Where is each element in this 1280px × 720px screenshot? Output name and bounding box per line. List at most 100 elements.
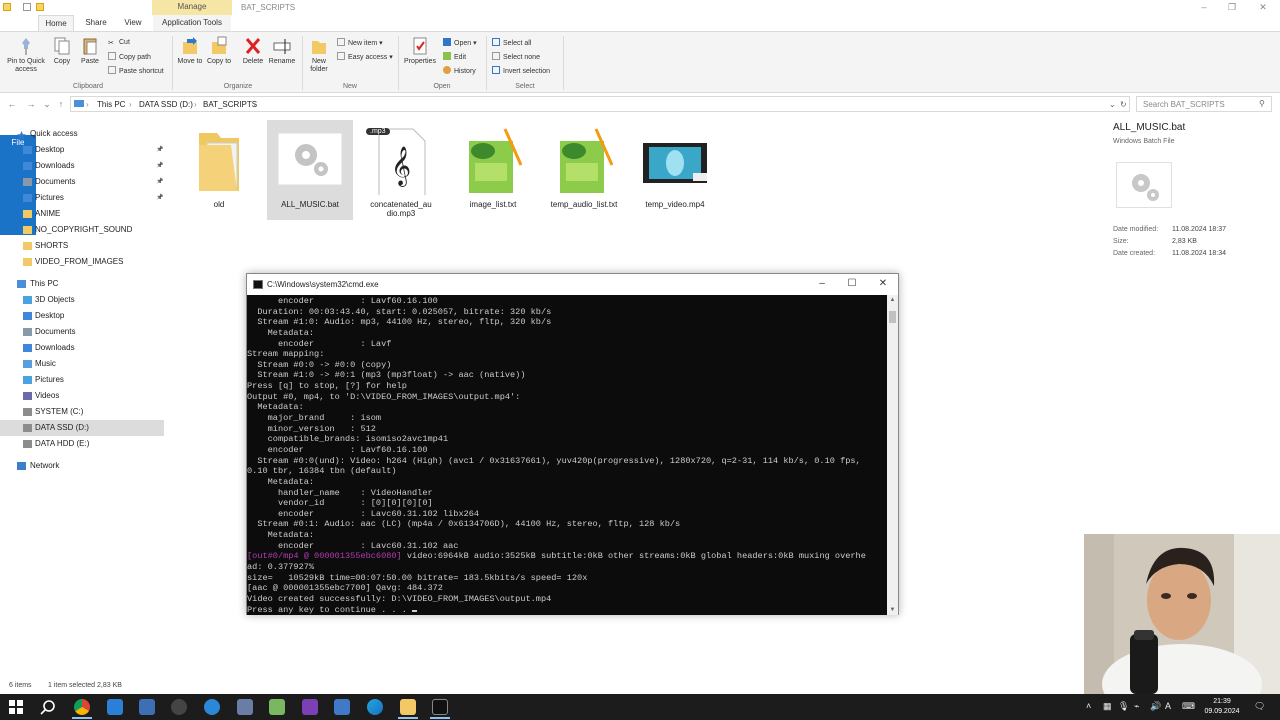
easy-access-button[interactable]: Easy access ▾ <box>337 52 393 62</box>
nav-item-pc[interactable]: DATA HDD (E:) <box>0 436 164 452</box>
chevron-up-icon[interactable]: ˄ <box>1086 701 1091 711</box>
new-item-button[interactable]: New item ▾ <box>337 38 383 48</box>
close-icon[interactable]: ✕ <box>1256 2 1270 12</box>
search-icon[interactable] <box>40 699 56 715</box>
chevron-down-icon[interactable]: ⌄ <box>42 98 52 110</box>
rename-button[interactable]: Rename <box>267 36 297 66</box>
file-item[interactable]: old <box>176 120 262 220</box>
tab-share[interactable]: Share <box>78 15 114 31</box>
speaker-icon[interactable]: 🔊 <box>1150 701 1161 712</box>
pin-quick-access-button[interactable]: Pin to Quick access <box>4 36 48 74</box>
pin-icon[interactable]: 📌 <box>156 190 163 206</box>
nav-item-quick[interactable]: Desktop 📌 <box>0 142 164 158</box>
nav-item-pc[interactable]: 3D Objects <box>0 292 164 308</box>
file-explorer-icon[interactable] <box>400 699 416 715</box>
nav-item-pc[interactable]: Desktop <box>0 308 164 324</box>
keyboard-icon[interactable]: ⌨ <box>1182 701 1195 712</box>
pin-icon[interactable]: 📌 <box>156 174 163 190</box>
properties-button[interactable]: Properties <box>402 36 438 66</box>
windows-start-icon[interactable] <box>8 699 24 715</box>
nav-item-pc[interactable]: SYSTEM (C:) <box>0 404 164 420</box>
nav-item-quick[interactable]: Downloads 📌 <box>0 158 164 174</box>
address-dropdown-icon[interactable]: ⌄ <box>1109 100 1116 109</box>
nav-this-pc[interactable]: This PC <box>0 276 164 292</box>
search-box[interactable]: Search BAT_SCRIPTS ⚲ <box>1136 96 1272 112</box>
nav-network[interactable]: Network <box>0 458 164 474</box>
cmd-taskbar-icon[interactable] <box>432 699 448 715</box>
back-icon[interactable]: ← <box>7 98 17 110</box>
cmd-minimize-icon[interactable]: – <box>814 277 830 291</box>
nav-quick-access[interactable]: Quick access <box>0 126 164 142</box>
paste-button[interactable]: Paste <box>78 36 102 66</box>
obs-icon[interactable] <box>171 699 187 715</box>
nav-item-pc[interactable]: Downloads <box>0 340 164 356</box>
scrollbar-thumb[interactable] <box>889 311 896 323</box>
console-output[interactable]: encoder : Lavf60.16.100 Duration: 00:03:… <box>247 295 887 615</box>
nav-item-pc[interactable]: Videos <box>0 388 164 404</box>
file-item[interactable]: 𝄞 .mp3 concatenated_audio.mp3 <box>358 120 444 220</box>
open-button[interactable]: Open ▾ <box>443 38 477 48</box>
file-item[interactable]: ALL_MUSIC.bat <box>267 120 353 220</box>
paste-shortcut-button[interactable]: Paste shortcut <box>108 66 164 76</box>
forward-icon[interactable]: → <box>26 98 36 110</box>
minimize-icon[interactable]: – <box>1197 2 1211 12</box>
address-bar[interactable]: › This PC › DATA SSD (D:) › BAT_SCRIPTS … <box>70 96 1130 112</box>
notification-icon[interactable]: 🗨 <box>1254 701 1265 712</box>
manage-tab[interactable]: Manage <box>152 0 232 15</box>
restore-icon[interactable]: ❐ <box>1225 2 1239 12</box>
history-button[interactable]: History <box>443 66 476 76</box>
move-to-button[interactable]: Move to <box>176 36 204 66</box>
copy-button[interactable]: Copy <box>50 36 74 66</box>
network-tray-icon[interactable]: ▦ <box>1103 701 1112 712</box>
file-item[interactable]: image_list.txt <box>450 120 536 220</box>
console-scrollbar[interactable]: ▲ ▼ <box>887 295 898 615</box>
select-all-button[interactable]: Select all <box>492 38 531 48</box>
tab-application-tools[interactable]: Application Tools <box>153 15 231 31</box>
language-indicator[interactable]: A <box>1165 701 1171 711</box>
usb-icon[interactable]: ⌁ <box>1134 701 1139 712</box>
cmd-window[interactable]: C:\Windows\system32\cmd.exe – ☐ ✕ encode… <box>246 273 899 615</box>
delete-button[interactable]: Delete <box>239 36 267 66</box>
properties-quick-icon[interactable] <box>23 3 31 11</box>
cmd-close-icon[interactable]: ✕ <box>875 277 891 291</box>
file-item[interactable]: temp_video.mp4 <box>632 120 718 220</box>
cmd-maximize-icon[interactable]: ☐ <box>844 277 860 291</box>
app-icon[interactable] <box>334 699 350 715</box>
copy-to-button[interactable]: Copy to <box>205 36 233 66</box>
nav-item-quick[interactable]: ANIME <box>0 206 164 222</box>
copy-path-button[interactable]: Copy path <box>108 52 151 62</box>
refresh-icon[interactable]: ↻ <box>1120 100 1127 109</box>
invert-selection-button[interactable]: Invert selection <box>492 66 550 76</box>
search-input[interactable]: Search BAT_SCRIPTS <box>1143 100 1225 109</box>
calculator-icon[interactable] <box>139 699 155 715</box>
nav-item-quick[interactable]: NO_COPYRIGHT_SOUND <box>0 222 164 238</box>
edge-icon[interactable] <box>367 699 383 715</box>
scroll-down-icon[interactable]: ▼ <box>887 605 898 615</box>
new-folder-quick-icon[interactable] <box>36 3 44 11</box>
app-icon[interactable] <box>204 699 220 715</box>
scroll-up-icon[interactable]: ▲ <box>887 295 898 305</box>
app-icon[interactable] <box>107 699 123 715</box>
onenote-icon[interactable] <box>302 699 318 715</box>
breadcrumb-this-pc[interactable]: This PC <box>97 100 125 109</box>
search-icon[interactable]: ⚲ <box>1259 99 1265 108</box>
tab-home[interactable]: Home <box>38 15 74 31</box>
nav-item-pc[interactable]: Documents <box>0 324 164 340</box>
file-item[interactable]: temp_audio_list.txt <box>541 120 627 220</box>
notepad-plus-icon[interactable] <box>269 699 285 715</box>
nav-item-quick[interactable]: SHORTS <box>0 238 164 254</box>
pin-icon[interactable]: 📌 <box>156 142 163 158</box>
nav-item-pc[interactable]: Pictures <box>0 372 164 388</box>
breadcrumb-bat-scripts[interactable]: BAT_SCRIPTS <box>203 100 257 109</box>
cmd-title-bar[interactable]: C:\Windows\system32\cmd.exe – ☐ ✕ <box>247 274 898 295</box>
tab-view[interactable]: View <box>116 15 150 31</box>
pin-icon[interactable]: 📌 <box>156 158 163 174</box>
clock[interactable]: 21:39 09.09.2024 <box>1200 697 1244 717</box>
new-folder-button[interactable]: New folder <box>305 36 333 74</box>
breadcrumb-data-ssd[interactable]: DATA SSD (D:) <box>139 100 193 109</box>
chrome-icon[interactable] <box>74 699 90 715</box>
select-none-button[interactable]: Select none <box>492 52 540 62</box>
edit-button[interactable]: Edit <box>443 52 466 62</box>
nav-item-pc[interactable]: DATA SSD (D:) <box>0 420 164 436</box>
nav-item-pc[interactable]: Music <box>0 356 164 372</box>
